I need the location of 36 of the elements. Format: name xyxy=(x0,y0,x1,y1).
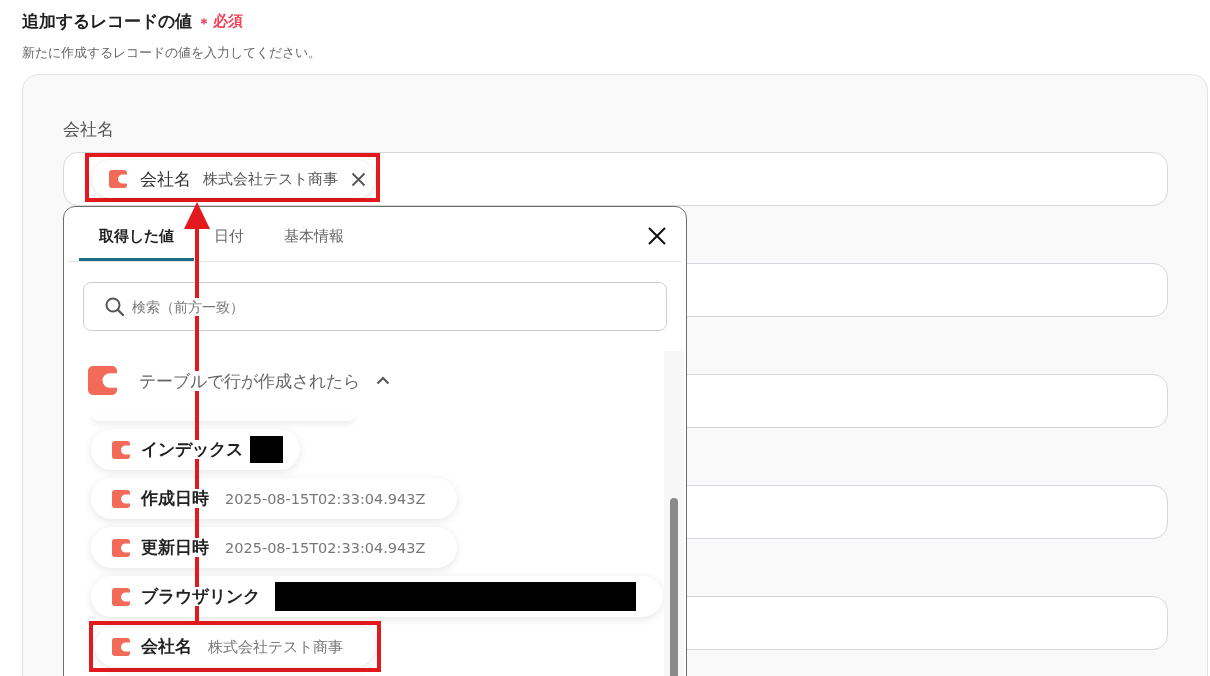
chip-label: 更新日時 xyxy=(141,538,209,557)
chip-label: 会社名 xyxy=(141,637,192,656)
close-icon[interactable] xyxy=(351,171,366,187)
scrollbar-track[interactable] xyxy=(664,351,684,676)
chip-label: インデックス xyxy=(141,440,243,459)
input-field[interactable]: 会社名 株式会社テスト商事 xyxy=(63,152,1168,206)
app-icon xyxy=(112,637,130,656)
search-icon xyxy=(105,297,124,316)
variable-chip[interactable]: 会社名 株式会社テスト商事 xyxy=(95,626,375,667)
app-icon xyxy=(109,170,127,188)
tab[interactable]: 基本情報 xyxy=(264,207,364,261)
close-icon[interactable] xyxy=(648,227,666,245)
chip-label: 作成日時 xyxy=(141,489,209,508)
section-description: 新たに作成するレコードの値を入力してください。 xyxy=(22,44,322,62)
group-title[interactable]: テーブルで行が作成されたら xyxy=(139,370,360,391)
chip-value: 株式会社テスト商事 xyxy=(208,637,343,656)
variable-chip[interactable]: 会社名 株式会社テスト商事 xyxy=(92,160,375,198)
app-icon xyxy=(112,489,130,508)
variable-chip[interactable]: 更新日時 2025-08-15T02:33:04.943Z xyxy=(91,527,458,568)
app-icon xyxy=(112,538,130,557)
chip-label: 会社名 xyxy=(140,168,191,190)
chip-value: 株式会社テスト商事 xyxy=(203,170,338,189)
field-label: 会社名 xyxy=(63,118,115,140)
app-icon xyxy=(112,440,130,459)
variable-chip[interactable]: ブラウザリンク xyxy=(91,576,663,617)
tab[interactable]: 日付 xyxy=(194,207,264,261)
chevron-up-icon[interactable] xyxy=(376,376,390,385)
required-label: 必須 xyxy=(213,12,243,31)
variable-chip[interactable]: 作成日時 2025-08-15T02:33:04.943Z xyxy=(91,478,458,519)
required-mark: ＊ xyxy=(197,13,211,33)
section-title: 追加するレコードの値 xyxy=(22,10,192,33)
chip-label: ブラウザリンク xyxy=(141,587,260,606)
search-field[interactable]: 検索（前方一致） xyxy=(83,282,667,331)
app-icon xyxy=(112,587,130,606)
app-icon xyxy=(88,366,117,395)
variable-chip[interactable]: インデックス xyxy=(91,429,300,470)
